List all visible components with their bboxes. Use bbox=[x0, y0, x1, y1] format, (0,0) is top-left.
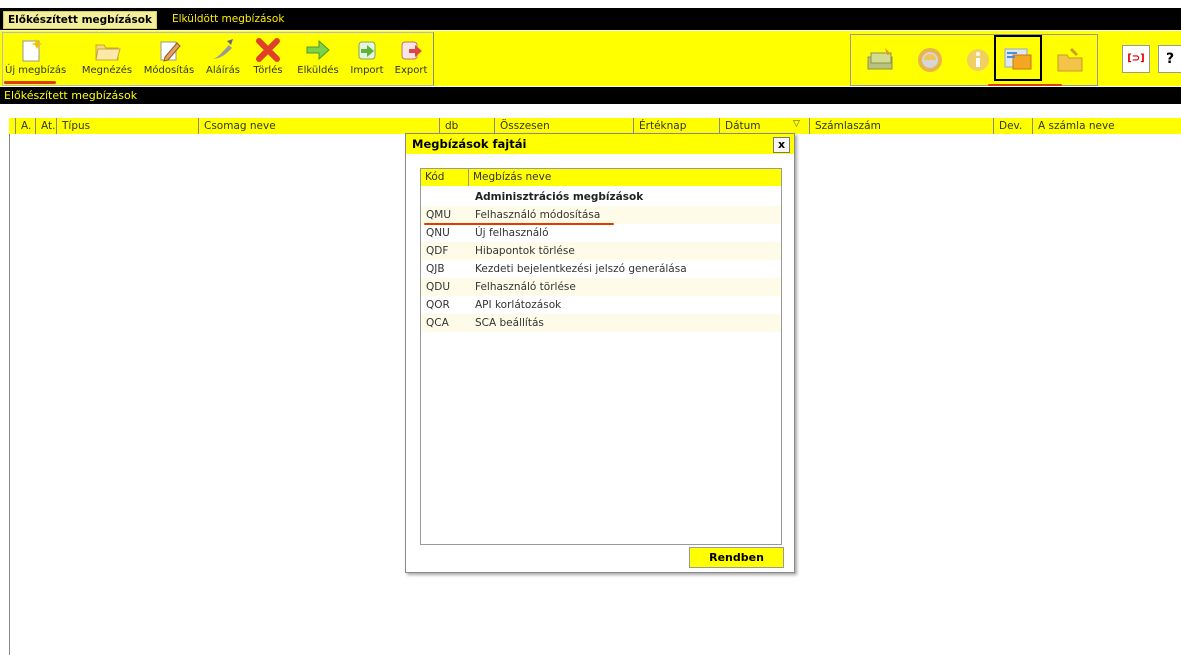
item-code: QDF bbox=[426, 245, 449, 257]
tab-bar: Előkészített megbízások Elküldött megbíz… bbox=[0, 8, 1181, 30]
item-name: Hibapontok törlése bbox=[475, 245, 575, 257]
item-code: QCA bbox=[426, 317, 449, 329]
new-order-highlight bbox=[4, 81, 56, 84]
top-strip bbox=[0, 0, 1181, 8]
col-total[interactable]: Összesen bbox=[494, 118, 633, 134]
section-title: Előkészített megbízások bbox=[0, 87, 1181, 104]
group-label: Adminisztrációs megbízások bbox=[475, 191, 644, 203]
send-button[interactable]: Elküldés bbox=[293, 35, 343, 76]
col-account-name[interactable]: A számla neve bbox=[1032, 118, 1181, 134]
new-order-label: Új megbízás bbox=[5, 65, 67, 76]
view-button[interactable]: Megnézés bbox=[81, 35, 133, 76]
item-name: SCA beállítás bbox=[475, 317, 544, 329]
list-item[interactable]: QDU Felhasználó törlése bbox=[421, 278, 781, 296]
import-icon bbox=[353, 37, 381, 63]
item-name: Felhasználó törlése bbox=[475, 281, 576, 293]
view-label: Megnézés bbox=[81, 65, 133, 76]
export-icon bbox=[397, 37, 425, 63]
list-group-row: Adminisztrációs megbízások bbox=[421, 188, 781, 206]
send-label: Elküldés bbox=[297, 65, 339, 76]
item-code: QJB bbox=[426, 263, 445, 275]
list-item[interactable]: QCA SCA beállítás bbox=[421, 314, 781, 332]
col-currency[interactable]: Dev. bbox=[993, 118, 1032, 134]
send-arrow-icon bbox=[304, 37, 332, 63]
close-icon[interactable]: x bbox=[773, 137, 790, 153]
list-item[interactable]: QOR API korlátozások bbox=[421, 296, 781, 314]
item-name: Új felhasználó bbox=[475, 227, 549, 239]
info-icon[interactable] bbox=[963, 45, 993, 75]
selected-tool-frame bbox=[994, 35, 1042, 81]
list-item[interactable]: QJB Kezdeti bejelentkezési jelszó generá… bbox=[421, 260, 781, 278]
new-document-icon bbox=[17, 37, 45, 63]
ic-card-icon[interactable]: [⊃] bbox=[1122, 45, 1150, 73]
item-code: QMU bbox=[426, 209, 452, 221]
edit-pencil-icon bbox=[155, 37, 183, 63]
toolbar-right-group bbox=[850, 34, 1098, 86]
col-package-name[interactable]: Csomag neve bbox=[198, 118, 439, 134]
import-button[interactable]: Import bbox=[346, 35, 388, 76]
list-item[interactable]: QMU Felhasználó módosítása bbox=[421, 206, 781, 224]
list-item[interactable]: QNU Új felhasználó bbox=[421, 224, 781, 242]
item-code: QDU bbox=[426, 281, 451, 293]
help-button[interactable]: ? bbox=[1158, 45, 1181, 73]
dialog-title-bar: Megbízások fajtái x bbox=[406, 134, 794, 154]
col-a[interactable]: A. bbox=[15, 118, 35, 134]
list-item[interactable]: QDF Hibapontok törlése bbox=[421, 242, 781, 260]
delete-x-icon bbox=[254, 37, 282, 63]
globe-icon[interactable] bbox=[915, 45, 945, 75]
sign-pen-icon bbox=[209, 37, 237, 63]
toolbar-main-group: Új megbízás Megnézés Módosítás Aláírás T… bbox=[2, 32, 434, 86]
col-at[interactable]: At. bbox=[35, 118, 56, 134]
item-code: QOR bbox=[426, 299, 450, 311]
export-button[interactable]: Export bbox=[391, 35, 431, 76]
col-count[interactable]: db bbox=[439, 118, 494, 134]
selected-item-highlight bbox=[424, 223, 614, 225]
list-col-code[interactable]: Kód bbox=[421, 169, 469, 186]
sign-button[interactable]: Aláírás bbox=[203, 35, 243, 76]
item-name: Felhasználó módosítása bbox=[475, 209, 601, 221]
col-account-number[interactable]: Számlaszám bbox=[809, 118, 993, 134]
modify-button[interactable]: Módosítás bbox=[143, 35, 195, 76]
delete-label: Törlés bbox=[253, 65, 283, 76]
order-types-dialog: Megbízások fajtái x Kód Megbízás neve Ad… bbox=[405, 133, 795, 573]
item-name: API korlátozások bbox=[475, 299, 562, 311]
import-label: Import bbox=[350, 65, 384, 76]
list-header: Kód Megbízás neve bbox=[421, 169, 781, 186]
tab-prepared-orders[interactable]: Előkészített megbízások bbox=[3, 11, 157, 29]
dialog-title: Megbízások fajtái bbox=[412, 137, 527, 151]
grid-left-border bbox=[9, 118, 10, 655]
item-code: QNU bbox=[426, 227, 450, 239]
list-col-name[interactable]: Megbízás neve bbox=[469, 169, 781, 186]
export-label: Export bbox=[394, 65, 428, 76]
modify-label: Módosítás bbox=[143, 65, 195, 76]
selected-tool-highlight bbox=[988, 84, 1062, 86]
money-icon[interactable] bbox=[865, 45, 895, 75]
sort-desc-icon: ▽ bbox=[793, 119, 800, 129]
tab-sent-orders[interactable]: Elküldött megbízások bbox=[168, 11, 288, 27]
col-value-date[interactable]: Értéknap bbox=[633, 118, 719, 134]
folder-icon bbox=[93, 37, 121, 63]
delete-button[interactable]: Törlés bbox=[248, 35, 288, 76]
ok-button[interactable]: Rendben bbox=[689, 547, 784, 568]
item-name: Kezdeti bejelentkezési jelszó generálása bbox=[475, 263, 687, 275]
col-type[interactable]: Típus bbox=[56, 118, 198, 134]
settings-folder-icon[interactable] bbox=[1055, 45, 1085, 75]
grid-column-header: A. At. Típus Csomag neve db Összesen Ért… bbox=[9, 118, 1181, 134]
sign-label: Aláírás bbox=[206, 65, 240, 76]
new-order-button[interactable]: Új megbízás bbox=[5, 35, 67, 76]
